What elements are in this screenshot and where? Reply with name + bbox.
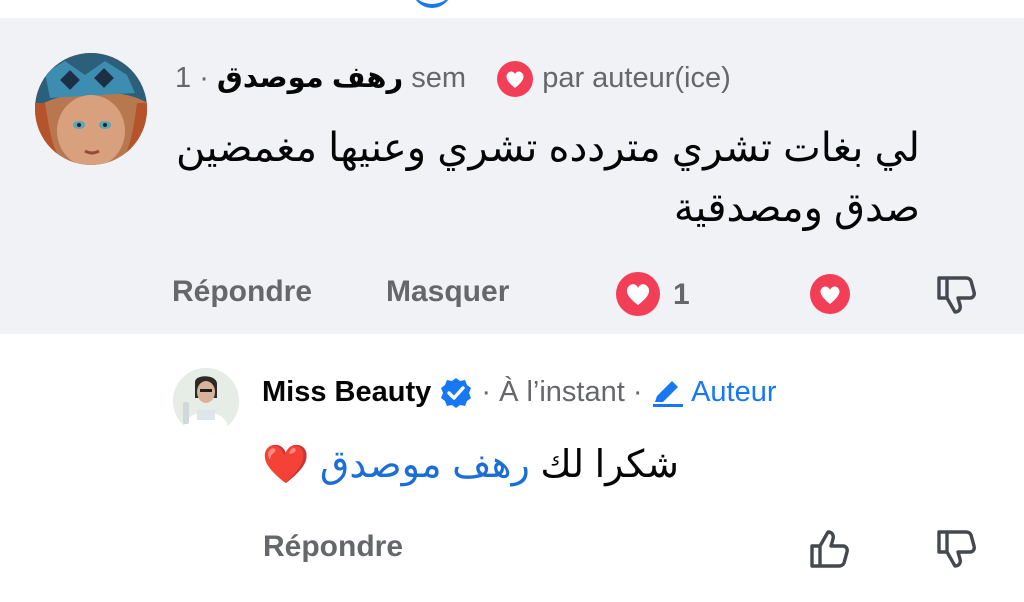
reply-author[interactable]: Miss Beauty — [262, 376, 431, 408]
reply-body: ❤️ شكرا لك رهف موصدق — [262, 437, 679, 493]
commenter-avatar[interactable] — [35, 53, 147, 165]
reply-text: شكرا لك — [540, 444, 679, 486]
heart-reaction-icon — [497, 61, 534, 98]
pencil-icon — [652, 381, 683, 408]
thumbs-up-icon[interactable] — [808, 526, 852, 572]
top-strip — [0, 0, 1024, 18]
commenter-avatar-image — [35, 53, 147, 165]
reply-author-avatar-image — [173, 368, 239, 434]
comment-header: رهف موصدق · 1 sem par auteur(ice) — [175, 60, 731, 98]
thumbs-down-icon[interactable] — [935, 526, 977, 570]
heart-like-icon[interactable] — [809, 273, 851, 315]
comment-reply-button[interactable]: Répondre — [172, 275, 312, 309]
comment-hide-button[interactable]: Masquer — [386, 275, 509, 309]
author-tag: Auteur — [691, 376, 777, 408]
comment-text: لي بغات تشري متردده تشري وعنيها مغمضين ص… — [175, 126, 920, 230]
reply-time[interactable]: · À l’instant · — [481, 376, 642, 408]
heart-reaction-icon[interactable] — [614, 270, 662, 318]
reply-header: Miss Beauty · À l’instant · Auteur — [262, 376, 777, 410]
previous-item-edge — [412, 0, 452, 8]
verified-badge-icon — [441, 378, 472, 409]
mention-link[interactable]: رهف موصدق — [320, 444, 530, 486]
liked-by-author-label: par auteur(ice) — [542, 62, 731, 94]
thumbs-down-icon[interactable] — [935, 272, 977, 316]
reply-author-avatar[interactable] — [173, 368, 239, 434]
comment-author[interactable]: رهف موصدق — [217, 62, 403, 94]
reply-reply-button[interactable]: Répondre — [263, 530, 403, 564]
heart-emoji: ❤️ — [262, 444, 310, 486]
reaction-count[interactable]: 1 — [673, 278, 690, 312]
